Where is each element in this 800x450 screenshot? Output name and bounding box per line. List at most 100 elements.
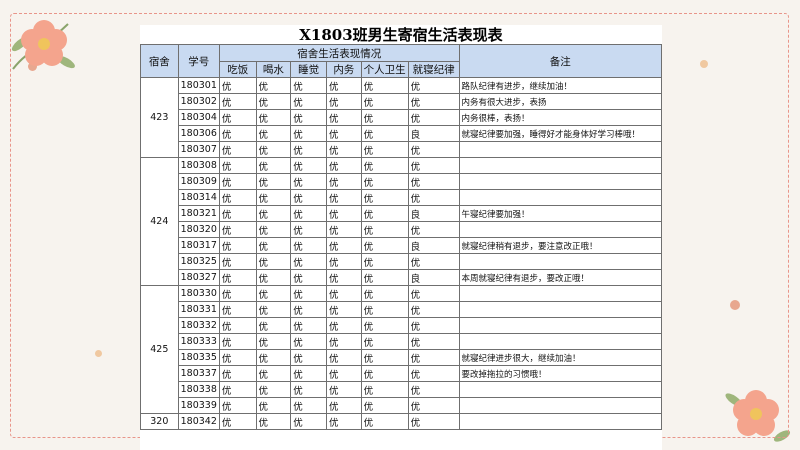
remark-cell	[458, 285, 662, 302]
spreadsheet-image: X1803班男生寄宿生活表现表 宿舍 学号 宿舍生活表现情况 备注 吃饭 喝水 …	[140, 25, 662, 450]
grade-cell: 优	[325, 157, 362, 174]
grade-cell: 优	[360, 173, 409, 190]
table-row: 423 180301 优优优优优优路队纪律有进步，继续加油！	[140, 77, 662, 158]
remark-cell	[458, 413, 662, 430]
grade-cell: 优	[407, 77, 460, 94]
grade-cell: 优	[360, 285, 409, 302]
grade-cell: 优	[255, 125, 292, 142]
grade-cell: 优	[360, 221, 409, 238]
grade-cell: 优	[325, 301, 362, 318]
grade-cell: 优	[407, 109, 460, 126]
remark-cell	[458, 253, 662, 270]
grade-cell: 优	[360, 253, 409, 270]
grade-cell: 优	[290, 157, 327, 174]
grade-cell: 优	[218, 173, 257, 190]
grade-cell: 优	[218, 253, 257, 270]
grade-cell: 优	[255, 157, 292, 174]
grade-cell: 优	[325, 413, 362, 430]
grade-cell: 优	[218, 221, 257, 238]
grade-cell: 优	[290, 381, 327, 398]
grade-cell: 优	[290, 285, 327, 302]
remark-cell	[458, 189, 662, 206]
grade-cell: 优	[290, 93, 327, 110]
grade-cell: 优	[255, 237, 292, 254]
grade-cell: 优	[325, 77, 362, 94]
grade-cell: 优	[290, 173, 327, 190]
table-row: 180339 优优优优优优	[141, 397, 662, 414]
remark-cell: 就寝纪律要加强，睡得好才能身体好学习棒哦！	[458, 125, 662, 142]
grade-cell: 优	[290, 125, 327, 142]
grade-cell: 优	[255, 93, 292, 110]
grade-cell: 优	[407, 349, 460, 366]
grade-cell: 优	[325, 173, 362, 190]
grade-cell: 优	[407, 413, 460, 430]
student-id-cell: 180302	[177, 93, 220, 110]
table-row: 180304 优优优优优优内务很棒，表扬！	[141, 109, 662, 126]
student-id-cell: 180317	[177, 237, 220, 254]
grade-cell: 优	[325, 333, 362, 350]
grade-cell: 优	[407, 221, 460, 238]
grade-cell: 优	[218, 93, 257, 110]
grade-cell: 优	[255, 413, 292, 430]
header-housekeeping: 内务	[325, 61, 362, 78]
table-row: 180332 优优优优优优	[141, 317, 662, 334]
grade-cell: 优	[325, 141, 362, 158]
grade-cell: 优	[360, 125, 409, 142]
student-id-cell: 180307	[177, 141, 220, 158]
grade-cell: 优	[360, 349, 409, 366]
grade-cell: 优	[360, 333, 409, 350]
student-id-cell: 180333	[177, 333, 220, 350]
grade-cell: 优	[360, 109, 409, 126]
grade-cell: 优	[360, 397, 409, 414]
grade-cell: 优	[290, 189, 327, 206]
header-bedtime-discipline: 就寝纪律	[407, 61, 460, 78]
remark-cell	[458, 301, 662, 318]
student-id-cell: 180337	[177, 365, 220, 382]
grade-cell: 优	[325, 205, 362, 222]
grade-cell: 优	[290, 349, 327, 366]
grade-cell: 优	[255, 349, 292, 366]
grade-cell: 优	[255, 301, 292, 318]
grade-cell: 优	[218, 109, 257, 126]
table-row: 320 180342 优优优优优优	[140, 413, 662, 430]
grade-cell: 优	[407, 381, 460, 398]
dorm-cell: 320	[140, 413, 179, 430]
grade-cell: 优	[290, 301, 327, 318]
grade-cell: 优	[255, 317, 292, 334]
grade-cell: 优	[218, 365, 257, 382]
grade-cell: 优	[325, 349, 362, 366]
grade-cell: 优	[218, 77, 257, 94]
student-id-cell: 180330	[177, 285, 220, 302]
dorm-cell: 425	[140, 285, 179, 414]
table-row: 425 180330 优优优优优优	[140, 285, 662, 414]
table-row: 180309 优优优优优优	[141, 173, 662, 190]
grade-cell: 优	[218, 205, 257, 222]
student-id-cell: 180339	[177, 397, 220, 414]
table-row: 180320 优优优优优优	[141, 221, 662, 238]
student-id-cell: 180308	[177, 157, 220, 174]
grade-cell: 优	[325, 253, 362, 270]
remark-cell	[458, 381, 662, 398]
header-performance-group: 宿舍生活表现情况	[218, 44, 460, 62]
grade-cell: 优	[218, 381, 257, 398]
student-id-cell: 180304	[177, 109, 220, 126]
grade-cell: 良	[407, 237, 460, 254]
grade-cell: 优	[407, 93, 460, 110]
grade-cell: 良	[407, 205, 460, 222]
header-sleeping: 睡觉	[290, 61, 327, 78]
remark-cell	[458, 317, 662, 334]
header-drinking: 喝水	[255, 61, 292, 78]
grade-cell: 良	[407, 125, 460, 142]
grade-cell: 优	[407, 365, 460, 382]
grade-cell: 优	[255, 221, 292, 238]
grade-cell: 优	[290, 253, 327, 270]
table-row: 180338 优优优优优优	[141, 381, 662, 398]
remark-cell	[458, 173, 662, 190]
grade-cell: 优	[255, 269, 292, 286]
grade-cell: 优	[325, 189, 362, 206]
grade-cell: 优	[360, 381, 409, 398]
dorm-cell: 423	[140, 77, 179, 158]
grade-cell: 优	[290, 77, 327, 94]
student-id-cell: 180309	[177, 173, 220, 190]
grade-cell: 优	[218, 413, 257, 430]
